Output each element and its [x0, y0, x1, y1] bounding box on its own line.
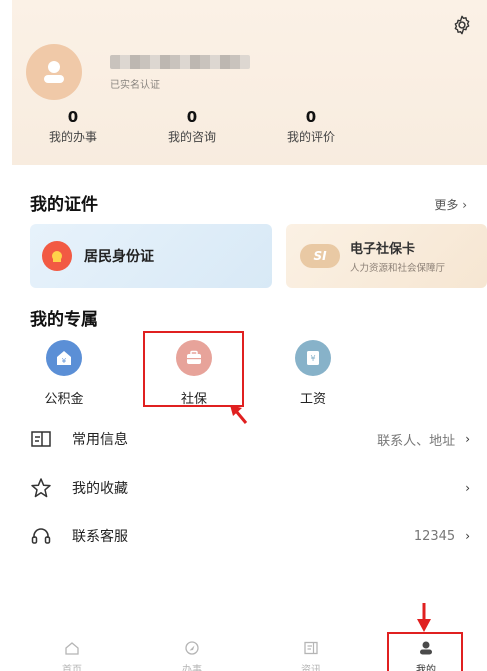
- menu-common-info[interactable]: 常用信息 联系人、地址 ›: [30, 424, 470, 454]
- menu-label: 常用信息: [72, 432, 128, 448]
- housing-fund-icon: ¥: [46, 340, 82, 376]
- stat-label: 我的评价: [286, 130, 335, 144]
- stat-value: 0: [305, 108, 317, 126]
- national-emblem-icon: [42, 241, 72, 271]
- salary-icon: ¥: [295, 340, 331, 376]
- id-card-label: 居民身份证: [84, 249, 154, 265]
- social-card-subtitle: 人力资源和社会保障厅: [350, 263, 446, 274]
- home-icon: [65, 642, 79, 655]
- highlight-box: [387, 632, 463, 671]
- stat-label: 我的办事: [48, 130, 97, 144]
- gear-icon[interactable]: [451, 14, 473, 36]
- stat-value: 0: [67, 108, 79, 126]
- compass-icon: [185, 641, 199, 655]
- more-link[interactable]: 更多 ›: [434, 196, 467, 213]
- svg-text:¥: ¥: [310, 354, 315, 363]
- chevron-right-icon: ›: [465, 432, 470, 446]
- stat-value: 0: [186, 108, 198, 126]
- salary-entry[interactable]: ¥ 工资: [283, 340, 343, 407]
- menu-customer-service[interactable]: 联系客服 12345 ›: [30, 521, 470, 551]
- social-security-logo: SI: [300, 244, 340, 268]
- menu-value: 联系人、地址: [377, 433, 456, 449]
- tab-services[interactable]: 办事: [162, 640, 222, 671]
- salary-label: 工资: [299, 392, 326, 407]
- social-card-title: 电子社保卡: [350, 242, 416, 257]
- svg-text:¥: ¥: [62, 357, 67, 365]
- user-icon: [44, 61, 64, 83]
- avatar[interactable]: [26, 44, 82, 100]
- certificates-title: 我的证件: [30, 195, 98, 215]
- username-blurred: [110, 55, 250, 69]
- tab-label: 资讯: [301, 665, 321, 671]
- menu-value: 12345: [413, 528, 456, 544]
- menu-favorites[interactable]: 我的收藏 ›: [30, 473, 470, 503]
- star-icon: [31, 478, 51, 498]
- tab-label: 首页: [62, 665, 82, 671]
- menu-label: 我的收藏: [72, 481, 128, 497]
- tab-news[interactable]: 资讯: [281, 640, 341, 671]
- stat-label: 我的咨询: [167, 130, 216, 144]
- headset-icon: [31, 528, 51, 544]
- tab-label: 办事: [182, 665, 202, 671]
- chevron-right-icon: ›: [465, 529, 470, 543]
- housing-fund-label: 公积金: [44, 392, 84, 407]
- chevron-right-icon: ›: [465, 481, 470, 495]
- news-icon: [304, 641, 318, 655]
- menu-label: 联系客服: [72, 529, 128, 545]
- exclusive-title: 我的专属: [30, 310, 98, 330]
- housing-fund-entry[interactable]: ¥ 公积金: [34, 340, 94, 407]
- arrow-down-icon: [417, 603, 431, 632]
- id-info-icon: [31, 431, 51, 447]
- verified-status: 已实名认证: [110, 80, 160, 91]
- highlight-box: [143, 331, 244, 407]
- stat-tasks[interactable]: 0 我的办事: [33, 108, 113, 145]
- social-security-card-entry[interactable]: SI 电子社保卡 人力资源和社会保障厅: [286, 224, 487, 288]
- stat-inquiries[interactable]: 0 我的咨询: [152, 108, 232, 145]
- stat-reviews[interactable]: 0 我的评价: [271, 108, 351, 145]
- id-card-entry[interactable]: 居民身份证: [30, 224, 272, 288]
- tab-home[interactable]: 首页: [42, 640, 102, 671]
